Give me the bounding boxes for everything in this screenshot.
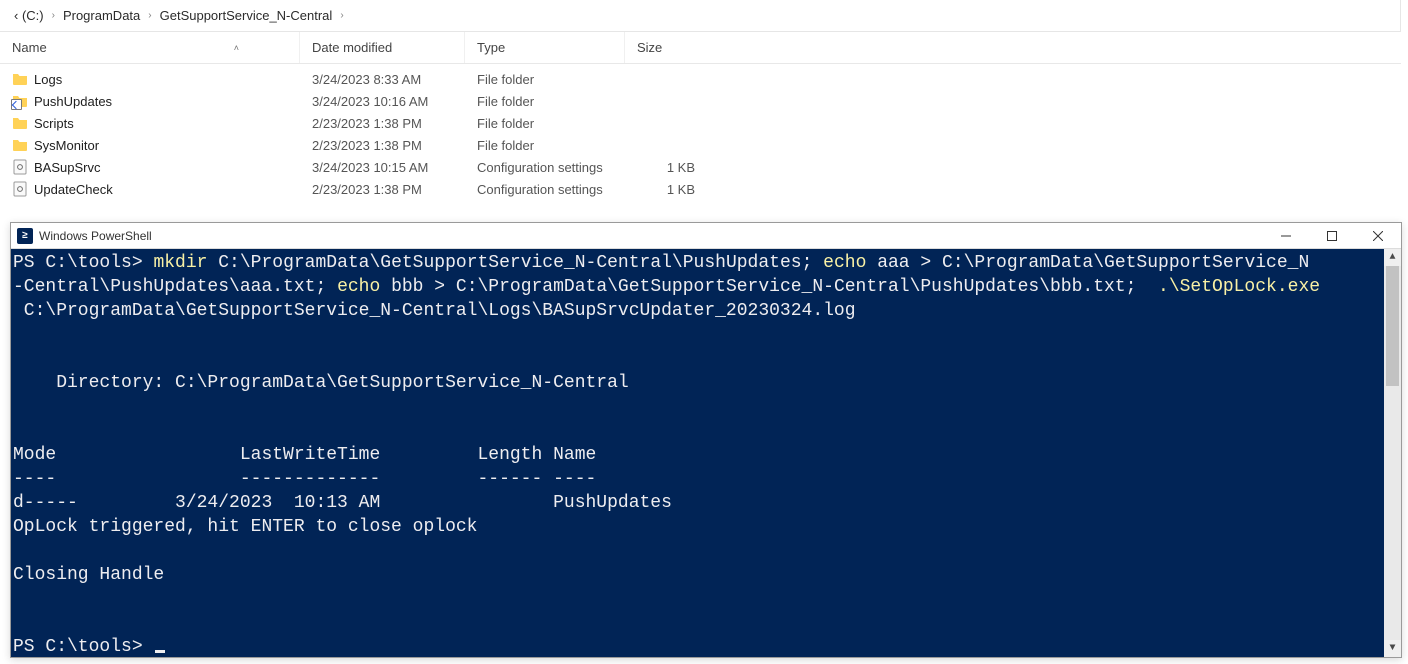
output-closing: Closing Handle	[13, 565, 164, 585]
file-name: PushUpdates	[34, 94, 112, 109]
powershell-titlebar[interactable]: ≥ Windows PowerShell	[11, 223, 1401, 249]
file-row[interactable]: SysMonitor 2/23/2023 1:38 PM File folder	[0, 134, 1401, 156]
file-type: File folder	[477, 116, 534, 131]
breadcrumb-segment-service[interactable]: GetSupportService_N-Central	[154, 0, 339, 31]
file-name: Scripts	[34, 116, 74, 131]
file-row[interactable]: BASupSrvc 3/24/2023 10:15 AM Configuration…	[0, 156, 1401, 178]
file-date: 2/23/2023 1:38 PM	[312, 116, 422, 131]
folder-icon	[12, 71, 28, 87]
file-explorer: ‹ (C:) › ProgramData › GetSupportService…	[0, 0, 1401, 200]
cmd-echo-arg: bbb > C:\ProgramData\GetSupportService_N…	[380, 277, 1125, 297]
cursor-icon	[155, 650, 165, 653]
file-size: 1 KB	[667, 160, 695, 175]
cmd-echo: echo	[823, 253, 866, 273]
cmd-echo: echo	[337, 277, 380, 297]
column-header-type[interactable]: Type	[465, 32, 625, 63]
sort-caret-icon: ˄	[234, 43, 239, 53]
column-header-type-label: Type	[477, 40, 505, 55]
file-date: 3/24/2023 8:33 AM	[312, 72, 421, 87]
cmd-sep: ;	[802, 253, 824, 273]
powershell-window: ≥ Windows PowerShell PS C:\tools> mkdir …	[10, 222, 1402, 658]
scroll-thumb[interactable]	[1386, 266, 1399, 386]
column-header-date-label: Date modified	[312, 40, 392, 55]
file-name: SysMonitor	[34, 138, 99, 153]
breadcrumb-segment-programdata[interactable]: ProgramData	[57, 0, 146, 31]
breadcrumb[interactable]: ‹ (C:) › ProgramData › GetSupportService…	[0, 0, 1401, 32]
file-row[interactable]: Scripts 2/23/2023 1:38 PM File folder	[0, 112, 1401, 134]
maximize-button[interactable]	[1309, 223, 1355, 248]
chevron-right-icon: ›	[338, 10, 345, 21]
output-separator: ---- ------------- ------ ----	[13, 469, 596, 489]
file-type: File folder	[477, 72, 534, 87]
cmd-echo-arg: aaa > C:\ProgramData\GetSupportService_N	[866, 253, 1309, 273]
column-header-date[interactable]: Date modified	[300, 32, 465, 63]
file-row[interactable]: UpdateCheck 2/23/2023 1:38 PM Configuratio…	[0, 178, 1401, 200]
output-row: d----- 3/24/2023 10:13 AM PushUpdates	[13, 493, 672, 513]
minimize-button[interactable]	[1263, 223, 1309, 248]
folder-shortcut-icon	[12, 93, 28, 109]
column-header-name[interactable]: Name ˄	[0, 32, 300, 63]
cmd-cont: -Central\PushUpdates\aaa.txt	[13, 277, 315, 297]
powershell-icon: ≥	[17, 228, 33, 244]
file-name: BASupSrvc	[34, 160, 100, 175]
column-header-size[interactable]: Size	[625, 32, 695, 63]
folder-icon	[12, 115, 28, 131]
file-date: 2/23/2023 1:38 PM	[312, 182, 422, 197]
file-row[interactable]: PushUpdates 3/24/2023 10:16 AM File folder	[0, 90, 1401, 112]
file-size: 1 KB	[667, 182, 695, 197]
file-name: UpdateCheck	[34, 182, 113, 197]
file-row[interactable]: Logs 3/24/2023 8:33 AM File folder	[0, 68, 1401, 90]
column-header-size-label: Size	[637, 40, 662, 55]
prompt-text: PS C:\tools>	[13, 637, 153, 657]
cmd-mkdir-arg: C:\ProgramData\GetSupportService_N-Centr…	[207, 253, 801, 273]
close-button[interactable]	[1355, 223, 1401, 248]
chevron-right-icon: ›	[50, 10, 57, 21]
file-date: 2/23/2023 1:38 PM	[312, 138, 422, 153]
cmd-sep: ;	[315, 277, 337, 297]
column-headers: Name ˄ Date modified Type Size	[0, 32, 1401, 64]
breadcrumb-segment-drive[interactable]: ‹ (C:)	[8, 0, 50, 31]
file-type: Configuration settings	[477, 182, 603, 197]
output-header: Mode LastWriteTime Length Name	[13, 445, 596, 465]
output-oplock: OpLock triggered, hit ENTER to close opl…	[13, 517, 477, 537]
config-file-icon	[12, 181, 28, 197]
file-name: Logs	[34, 72, 62, 87]
output-directory: Directory: C:\ProgramData\GetSupportServ…	[13, 373, 629, 393]
file-list: Logs3/24/2023 8:33 AMFile folderPushUpda…	[0, 64, 1401, 200]
powershell-console[interactable]: PS C:\tools> mkdir C:\ProgramData\GetSup…	[11, 249, 1401, 657]
cmd-mkdir: mkdir	[153, 253, 207, 273]
folder-icon	[12, 137, 28, 153]
scroll-up-button[interactable]: ▲	[1384, 249, 1401, 266]
file-date: 3/24/2023 10:15 AM	[312, 160, 428, 175]
cmd-setoplock: .\SetOpLock.exe	[1158, 277, 1320, 297]
chevron-right-icon: ›	[146, 10, 153, 21]
file-date: 3/24/2023 10:16 AM	[312, 94, 428, 109]
scroll-down-button[interactable]: ▼	[1384, 640, 1401, 657]
cmd-sep: ;	[1126, 277, 1158, 297]
powershell-title: Windows PowerShell	[39, 229, 152, 243]
file-type: File folder	[477, 138, 534, 153]
column-header-name-label: Name	[12, 40, 47, 55]
window-controls	[1263, 223, 1401, 248]
prompt-text: PS C:\tools>	[13, 253, 153, 273]
scrollbar[interactable]: ▲ ▼	[1384, 249, 1401, 657]
config-file-icon	[12, 159, 28, 175]
file-type: File folder	[477, 94, 534, 109]
file-type: Configuration settings	[477, 160, 603, 175]
cmd-setoplock-arg: C:\ProgramData\GetSupportService_N-Centr…	[13, 301, 856, 321]
